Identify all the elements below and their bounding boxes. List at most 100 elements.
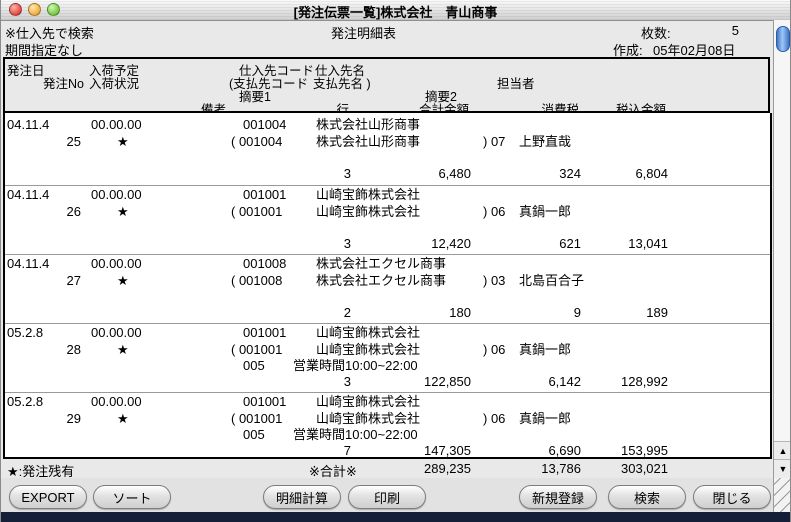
app-window: [発注伝票一覧]株式会社 青山商事 ※仕入先で検索 期間指定なし 発注明細表 枚… — [0, 0, 791, 522]
line-count: 3 — [344, 374, 351, 389]
total-with-tax-amount: 189 — [646, 305, 668, 320]
titlebar: [発注伝票一覧]株式会社 青山商事 — [1, 0, 790, 21]
staff-name: 真鍋一郎 — [519, 342, 571, 357]
scroll-up-icon[interactable]: ▲ — [774, 441, 791, 460]
col-staff: 担当者 — [497, 73, 535, 92]
staff-name: 北島百合子 — [519, 273, 584, 288]
total-with-tax-amount: 153,995 — [621, 443, 668, 458]
total-with-tax-amount: 13,041 — [628, 236, 668, 251]
supplier-code: 001001 — [243, 187, 286, 202]
table-header: 発注日 入荷予定 仕入先コード 仕入先名 発注No 入荷状況 (支払先コード 支… — [3, 57, 770, 113]
order-date: 04.11.4 — [7, 117, 49, 132]
grand-tax-amount: 13,786 — [541, 461, 581, 476]
order-no: 28 — [39, 342, 81, 357]
supplier-code: 001004 — [243, 117, 286, 132]
summary-code: 005 — [243, 427, 265, 442]
payee-code: ( 001008 — [231, 273, 282, 288]
supplier-name: 山崎宝飾株式会社 — [316, 325, 420, 340]
staff-code: ) 06 — [483, 342, 505, 357]
col-payee-name: 支払先名 ) — [313, 73, 371, 92]
line-count: 7 — [344, 443, 351, 458]
arrival-plan: 00.00.00 — [91, 325, 142, 340]
col-summary1: 摘要1 — [239, 86, 271, 105]
payee-code: ( 001004 — [231, 134, 282, 149]
summary-text: 営業時間10:00~22:00 — [293, 358, 418, 373]
payee-name: 株式会社山形商事 — [316, 134, 420, 149]
arrival-plan: 00.00.00 — [91, 256, 142, 271]
supplier-code: 001001 — [243, 325, 286, 340]
page-count-value: 5 — [691, 23, 739, 38]
order-record[interactable]: 04.11.4 00.00.00 001001 山崎宝飾株式会社 26 ★ ( … — [5, 185, 770, 255]
total-with-tax-amount: 6,804 — [635, 166, 668, 181]
backorder-star-icon: ★ — [117, 273, 129, 288]
scrollbar-thumb[interactable] — [776, 26, 790, 52]
supplier-code: 001001 — [243, 394, 286, 409]
supplier-name: 山崎宝飾株式会社 — [316, 394, 420, 409]
order-record[interactable]: 05.2.8 00.00.00 001001 山崎宝飾株式会社 28 ★ ( 0… — [5, 323, 770, 393]
staff-name: 上野直哉 — [519, 134, 571, 149]
order-no: 27 — [39, 273, 81, 288]
order-no: 26 — [39, 204, 81, 219]
staff-code: ) 03 — [483, 273, 505, 288]
col-arrival-status: 入荷状況 — [89, 73, 139, 92]
order-list: 04.11.4 00.00.00 001004 株式会社山形商事 25 ★ ( … — [3, 113, 772, 459]
line-count: 3 — [344, 236, 351, 251]
staff-code: ) 06 — [483, 204, 505, 219]
sort-button[interactable]: ソート — [93, 485, 171, 509]
total-with-tax-amount: 128,992 — [621, 374, 668, 389]
order-no: 25 — [39, 134, 81, 149]
summary-text: 営業時間10:00~22:00 — [293, 427, 418, 442]
resize-grip-icon[interactable] — [773, 478, 791, 512]
tax-amount: 324 — [559, 166, 581, 181]
line-count: 2 — [344, 305, 351, 320]
total-amount: 147,305 — [424, 443, 471, 458]
line-count: 3 — [344, 166, 351, 181]
window-title: [発注伝票一覧]株式会社 青山商事 — [1, 2, 790, 21]
order-date: 04.11.4 — [7, 187, 49, 202]
summary-code: 005 — [243, 358, 265, 373]
order-date: 04.11.4 — [7, 256, 49, 271]
total-amount: 6,480 — [438, 166, 471, 181]
supplier-code: 001008 — [243, 256, 286, 271]
supplier-name: 株式会社山形商事 — [316, 117, 420, 132]
total-amount: 122,850 — [424, 374, 471, 389]
col-order-date: 発注日 — [7, 60, 45, 79]
order-record[interactable]: 05.2.8 00.00.00 001001 山崎宝飾株式会社 29 ★ ( 0… — [5, 392, 770, 462]
staff-name: 真鍋一郎 — [519, 411, 571, 426]
total-amount: 180 — [449, 305, 471, 320]
close-button[interactable]: 閉じる — [693, 485, 771, 509]
arrival-plan: 00.00.00 — [91, 394, 142, 409]
backorder-star-icon: ★ — [117, 134, 129, 149]
report-title: 発注明細表 — [331, 23, 396, 42]
tax-amount: 9 — [574, 305, 581, 320]
supplier-name: 株式会社エクセル商事 — [316, 256, 446, 271]
grand-total-amount: 289,235 — [424, 461, 471, 476]
detail-calc-button[interactable]: 明細計算 — [263, 485, 341, 509]
search-button[interactable]: 検索 — [608, 485, 686, 509]
arrival-plan: 00.00.00 — [91, 187, 142, 202]
export-button[interactable]: EXPORT — [9, 485, 87, 509]
tax-amount: 621 — [559, 236, 581, 251]
arrival-plan: 00.00.00 — [91, 117, 142, 132]
supplier-name: 山崎宝飾株式会社 — [316, 187, 420, 202]
scroll-down-icon[interactable]: ▼ — [774, 459, 791, 478]
tax-amount: 6,142 — [548, 374, 581, 389]
print-button[interactable]: 印刷 — [348, 485, 426, 509]
totals-bar: ★:発注残有 ※合計※ 289,235 13,786 303,021 — [1, 459, 772, 478]
payee-name: 株式会社エクセル商事 — [316, 273, 446, 288]
button-bar: EXPORT ソート 明細計算 印刷 新規登録 検索 閉じる — [1, 478, 791, 512]
order-record[interactable]: 04.11.4 00.00.00 001008 株式会社エクセル商事 27 ★ … — [5, 254, 770, 324]
staff-code: ) 07 — [483, 134, 505, 149]
vertical-scrollbar[interactable]: ▲ ▼ — [773, 20, 791, 478]
order-date: 05.2.8 — [7, 394, 43, 409]
payee-code: ( 001001 — [231, 342, 282, 357]
payee-name: 山崎宝飾株式会社 — [316, 342, 420, 357]
payee-code: ( 001001 — [231, 204, 282, 219]
total-amount: 12,420 — [431, 236, 471, 251]
backorder-star-icon: ★ — [117, 204, 129, 219]
order-record[interactable]: 04.11.4 00.00.00 001004 株式会社山形商事 25 ★ ( … — [5, 116, 770, 185]
tax-amount: 6,690 — [548, 443, 581, 458]
staff-code: ) 06 — [483, 411, 505, 426]
window-bottom-edge — [1, 512, 791, 522]
new-entry-button[interactable]: 新規登録 — [519, 485, 597, 509]
